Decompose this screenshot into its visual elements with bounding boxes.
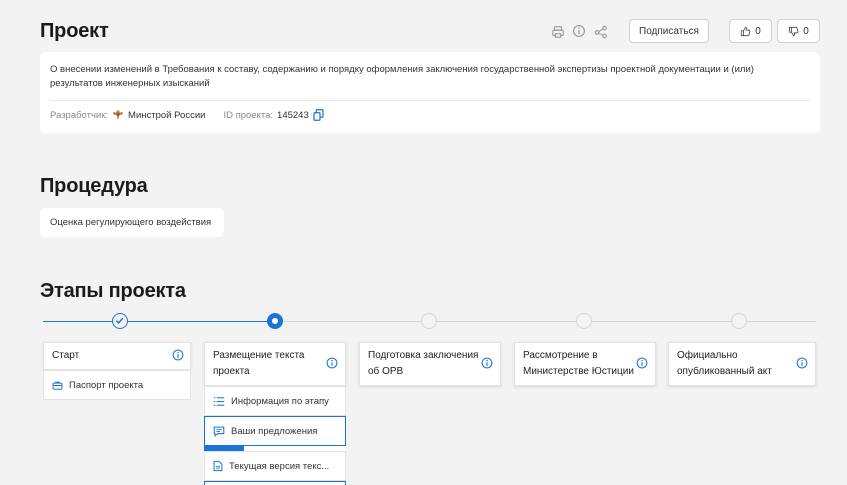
id-value: 145243: [277, 109, 309, 121]
stage-node-justice: [576, 313, 592, 329]
thumb-down-icon: [789, 26, 799, 36]
stage-card-start[interactable]: Старт: [43, 342, 191, 370]
subscribe-label: Подписаться: [639, 25, 699, 37]
copy-icon[interactable]: [313, 109, 324, 121]
stage-label: Старт: [52, 350, 80, 361]
dislike-count: 0: [803, 25, 809, 37]
procedure-title: Процедура: [40, 175, 148, 197]
developer-name[interactable]: Минстрой России: [128, 110, 205, 121]
stage-label: Официально опубликованный акт: [677, 350, 772, 377]
list-icon: [213, 396, 225, 406]
procedure-card: Оценка регулирующего воздействия: [40, 208, 224, 237]
stage-card-justice[interactable]: Рассмотрение в Министерстве Юстиции: [514, 342, 656, 386]
info-icon[interactable]: [572, 24, 586, 38]
stage-node-current: [267, 313, 283, 329]
stage-node-start: [112, 313, 128, 329]
next-sub-item[interactable]: [204, 481, 346, 485]
progress-track-done: [43, 321, 275, 322]
info-icon[interactable]: [326, 357, 338, 369]
stage-node-orv: [421, 313, 437, 329]
stage-card-orv[interactable]: Подготовка заключения об ОРВ: [359, 342, 501, 386]
stage-info-label: Информация по этапу: [231, 395, 329, 407]
share-icon[interactable]: [594, 25, 608, 39]
emblem-icon: [113, 109, 123, 121]
project-title: Проект: [40, 20, 109, 42]
stage-card-text-placement[interactable]: Размещение текста проекта: [204, 342, 346, 386]
info-icon[interactable]: [481, 357, 493, 369]
info-icon[interactable]: [636, 357, 648, 369]
briefcase-icon: [52, 381, 63, 390]
id-label: ID проекта:: [223, 109, 274, 121]
comment-icon: [213, 426, 225, 437]
procedure-value: Оценка регулирующего воздействия: [50, 217, 212, 228]
project-card: О внесении изменений в Требования к сост…: [40, 52, 820, 133]
sub-current-text-version[interactable]: Текущая версия текс...: [204, 451, 346, 481]
stage-label: Подготовка заключения об ОРВ: [368, 350, 479, 377]
start-sub-passport[interactable]: Паспорт проекта: [43, 370, 191, 400]
document-icon: [213, 460, 223, 472]
passport-label: Паспорт проекта: [69, 379, 144, 391]
developer-label: Разработчик:: [50, 109, 109, 121]
thumb-up-icon: [741, 26, 751, 36]
stage-label: Рассмотрение в Министерстве Юстиции: [523, 350, 634, 377]
print-icon[interactable]: [551, 25, 565, 39]
dislike-button[interactable]: 0: [777, 19, 820, 43]
stages-title: Этапы проекта: [40, 280, 186, 302]
sub-your-proposals[interactable]: Ваши предложения: [204, 416, 346, 446]
text-version-label: Текущая версия текс...: [229, 460, 330, 472]
stage-card-published[interactable]: Официально опубликованный акт: [668, 342, 816, 386]
stage-label: Размещение текста проекта: [213, 350, 305, 377]
info-icon[interactable]: [796, 357, 808, 369]
divider: [50, 100, 810, 101]
sub-stage-info[interactable]: Информация по этапу: [204, 386, 346, 416]
like-count: 0: [755, 25, 761, 37]
subscribe-button[interactable]: Подписаться: [629, 19, 709, 43]
project-description: О внесении изменений в Требования к сост…: [50, 64, 754, 89]
current-dot: [272, 318, 278, 324]
proposals-label: Ваши предложения: [231, 425, 318, 437]
stage-node-published: [731, 313, 747, 329]
check-icon: [115, 317, 124, 324]
info-icon[interactable]: [172, 349, 184, 361]
like-button[interactable]: 0: [729, 19, 772, 43]
project-meta: Разработчик: Минстрой России ID проекта:…: [50, 109, 324, 121]
